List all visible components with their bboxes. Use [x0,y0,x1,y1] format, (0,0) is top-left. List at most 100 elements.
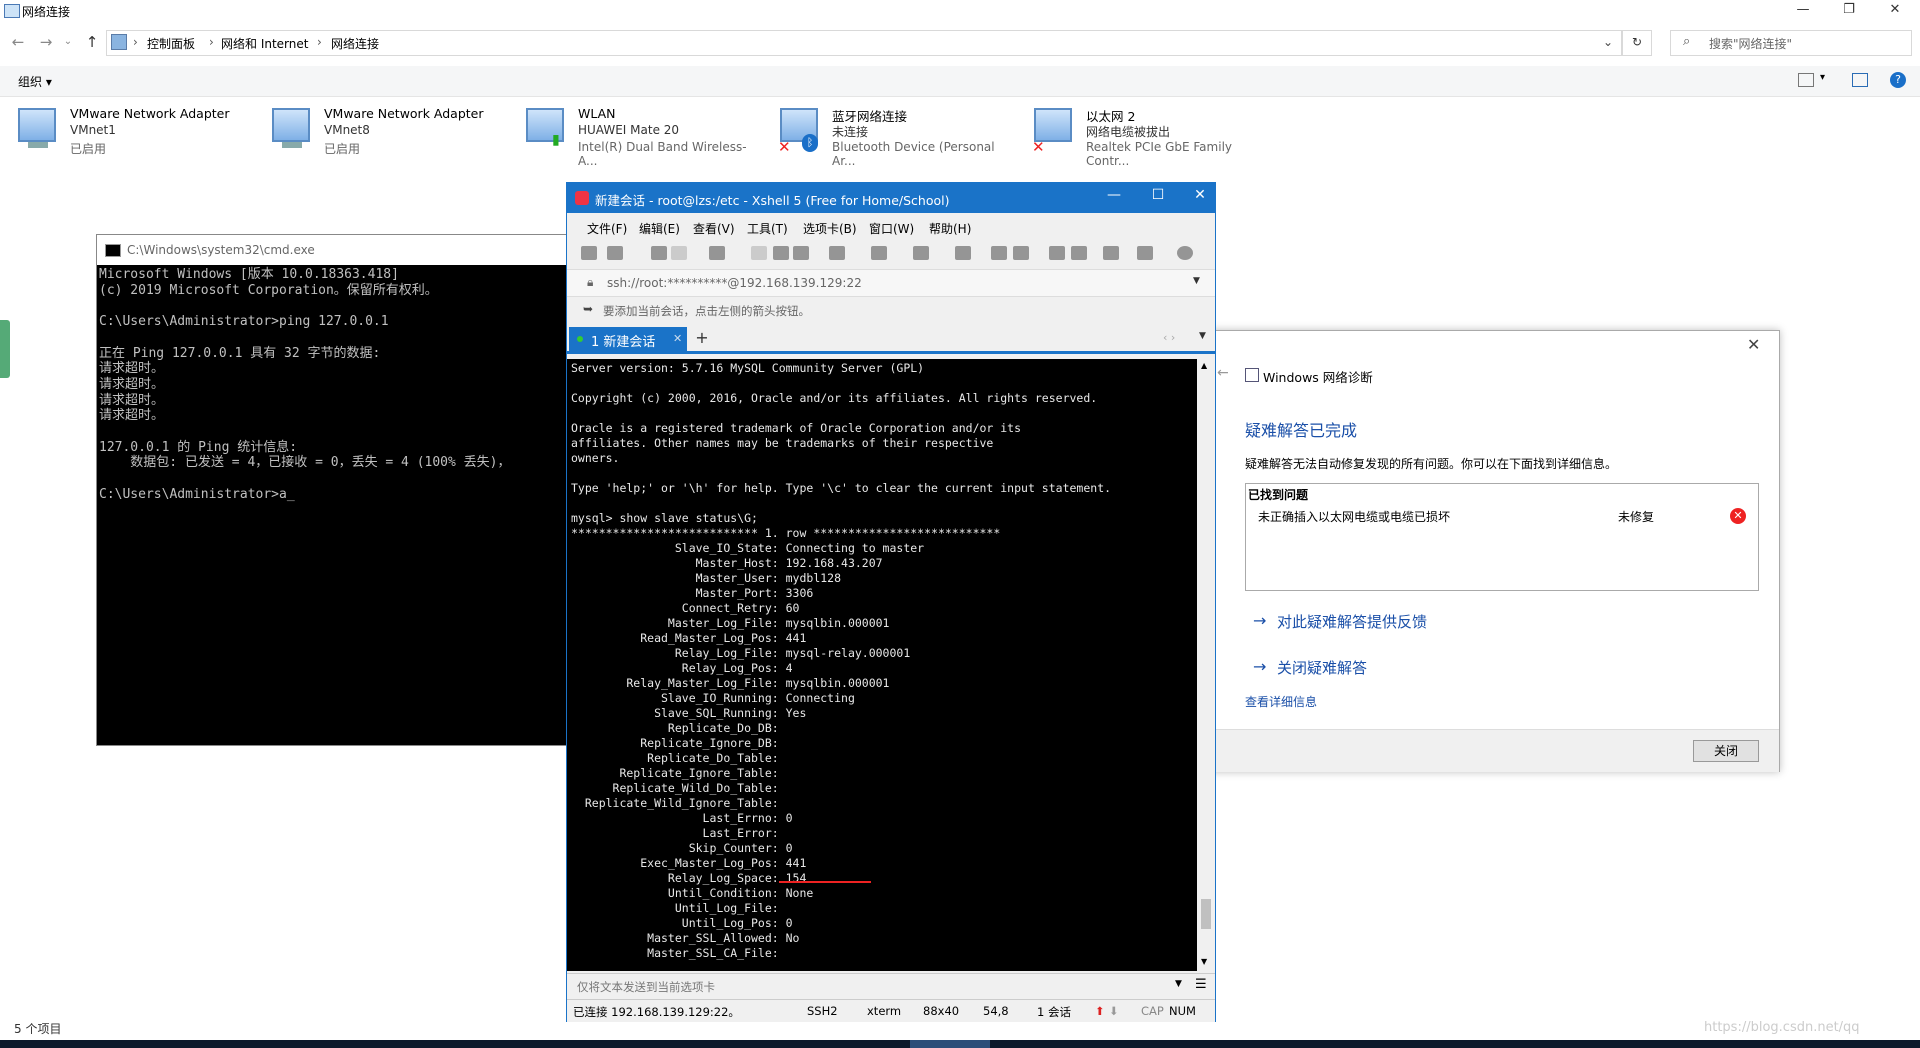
menu-lines-icon[interactable]: ☰ [1195,977,1207,992]
adapter-sub: VMnet8 [324,123,370,137]
close-troubleshooter-link[interactable]: 关闭疑难解答 [1277,657,1367,678]
search-input[interactable]: ⌕ 搜索"网络连接" [1670,30,1912,56]
status-protocol: SSH2 [807,1004,838,1018]
status-num: NUM [1169,1004,1196,1018]
script-icon[interactable] [1013,246,1029,260]
arrow-add-icon[interactable]: ➥ [583,302,593,316]
xshell-titlebar[interactable]: 新建会话 - root@lzs:/etc - Xshell 5 (Free fo… [567,183,1215,213]
side-handle-icon[interactable] [0,320,10,378]
menu-help[interactable]: 帮助(H) [929,220,971,237]
back-arrow-icon[interactable]: ← [8,32,28,52]
menu-edit[interactable]: 编辑(E) [639,220,680,237]
ssh-address[interactable]: ssh://root:**********@192.168.139.129:22 [607,276,862,290]
organize-menu[interactable]: 组织 ▾ [18,73,52,90]
cmd-window[interactable]: C:\Windows\system32\cmd.exe Microsoft Wi… [96,234,578,746]
xshell-window[interactable]: 新建会话 - root@lzs:/etc - Xshell 5 (Free fo… [566,182,1216,1022]
properties-icon[interactable] [709,246,725,260]
ethernet-adapter-icon [1034,108,1072,142]
session-hint: 要添加当前会话，点击左侧的箭头按钮。 [603,304,810,318]
lock-icon[interactable] [1071,246,1087,260]
scrollbar-thumb[interactable] [1201,899,1211,929]
network-adapter-icon [18,108,56,142]
xftp-icon[interactable] [991,246,1007,260]
maximize-button[interactable]: ☐ [1143,187,1173,203]
address-bar[interactable]: › 控制面板 › 网络和 Internet › 网络连接 ⌄ [106,30,1622,56]
disconnect-icon[interactable] [671,246,687,260]
help-icon[interactable] [1177,246,1193,260]
adapter-name: WLAN [578,106,616,121]
find-icon[interactable] [793,246,809,260]
menu-tabs[interactable]: 选项卡(B) [803,220,857,237]
chevron-down-icon[interactable]: ▼ [1193,276,1200,286]
chevron-down-icon[interactable]: ▼ [1175,979,1182,989]
network-connections-icon [4,4,20,18]
add-icon[interactable] [1137,246,1153,260]
adapter-vmnet8[interactable]: VMware Network Adapter VMnet8 已启用 [254,104,504,164]
menu-tools[interactable]: 工具(T) [747,220,788,237]
tab-scroll-icon[interactable]: ‹ › [1163,331,1175,344]
minimize-button[interactable]: — [1780,0,1826,22]
taskbar-active-item[interactable] [910,1040,990,1048]
terminal-output[interactable]: Server version: 5.7.16 MySQL Community S… [571,361,1111,961]
change-view-icon[interactable] [1798,73,1814,87]
back-arrow-icon[interactable]: ← [1217,365,1229,381]
menu-view[interactable]: 查看(V) [693,220,735,237]
new-session-icon[interactable] [581,246,597,260]
chevron-down-icon[interactable]: ⌄ [1603,35,1613,49]
restore-button[interactable]: ❐ [1826,0,1872,22]
network-adapter-icon [272,108,310,142]
status-term: xterm [867,1004,902,1018]
adapter-vmnet1[interactable]: VMware Network Adapter VMnet1 已启用 [0,104,250,164]
transfer-icon[interactable] [871,246,887,260]
globe-icon[interactable] [913,246,929,260]
cmd-output[interactable]: Microsoft Windows [版本 10.0.18363.418] (c… [99,267,511,503]
status-bar: 已连接 192.168.139.129:22。 SSH2 xterm 88x40… [567,999,1215,1022]
recent-dropdown-icon[interactable]: ⌄ [58,32,78,52]
keyboard-icon[interactable] [1103,246,1119,260]
tab-session-1[interactable]: 1 新建会话 ✕ [569,327,687,351]
help-icon[interactable]: ? [1890,72,1906,88]
menu-file[interactable]: 文件(F) [587,220,627,237]
close-button[interactable]: ✕ [1872,0,1918,22]
view-details-link[interactable]: 查看详细信息 [1245,693,1317,710]
paste-icon[interactable] [773,246,789,260]
up-arrow-icon[interactable]: ↑ [82,32,102,52]
print-icon[interactable] [829,246,845,260]
adapter-ethernet2[interactable]: ✕ 以太网 2 网络电缆被拔出 Realtek PCIe GbE Family … [1016,104,1266,168]
address-bar[interactable]: 🔒︎ ssh://root:**********@192.168.139.129… [567,269,1215,297]
adapter-wlan[interactable]: ▮ WLAN HUAWEI Mate 20 Intel(R) Dual Band… [508,104,758,168]
control-panel-icon [111,34,127,50]
breadcrumb-network-internet[interactable]: 网络和 Internet [221,35,308,52]
menu-window[interactable]: 窗口(W) [869,220,914,237]
refresh-icon[interactable]: ↻ [1622,30,1652,56]
fullscreen-icon[interactable] [1049,246,1065,260]
terminal[interactable]: Server version: 5.7.16 MySQL Community S… [567,359,1197,971]
tab-menu-icon[interactable]: ▼ [1199,331,1206,341]
problem-text: 未正确插入以太网电缆或电缆已损坏 [1258,510,1451,524]
reconnect-icon[interactable] [651,246,667,260]
open-folder-icon[interactable] [607,246,623,260]
forward-arrow-icon[interactable]: → [36,32,56,52]
font-icon[interactable] [955,246,971,260]
preview-pane-icon[interactable] [1852,73,1868,87]
dialog-header: Windows 网络诊断 [1263,370,1373,385]
view-dropdown-icon[interactable]: ▾ [1820,72,1825,83]
arrow-right-icon: → [1253,611,1267,630]
compose-bar[interactable]: 仅将文本发送到当前选项卡 ▼ ☰ [567,973,1215,998]
close-icon[interactable]: ✕ [1747,335,1760,354]
adapter-bluetooth[interactable]: ✕ ᛒ 蓝牙网络连接 未连接 Bluetooth Device (Persona… [762,104,1012,168]
breadcrumb-network-connections[interactable]: 网络连接 [331,35,379,52]
minimize-button[interactable]: — [1099,187,1129,203]
new-tab-icon[interactable]: + [693,329,711,347]
scroll-up-icon[interactable]: ▲ [1201,361,1207,370]
cmd-titlebar[interactable]: C:\Windows\system32\cmd.exe [97,235,577,265]
adapter-cable-icon [28,142,48,148]
scroll-down-icon[interactable]: ▼ [1201,957,1207,966]
breadcrumb-control-panel[interactable]: 控制面板 [147,35,195,52]
terminal-scrollbar[interactable]: ▲ ▼ [1197,359,1215,971]
close-tab-icon[interactable]: ✕ [673,332,682,345]
close-button[interactable]: 关闭 [1693,740,1759,762]
close-button[interactable]: ✕ [1185,187,1215,203]
copy-icon[interactable] [751,246,767,260]
feedback-link[interactable]: 对此疑难解答提供反馈 [1277,611,1427,632]
